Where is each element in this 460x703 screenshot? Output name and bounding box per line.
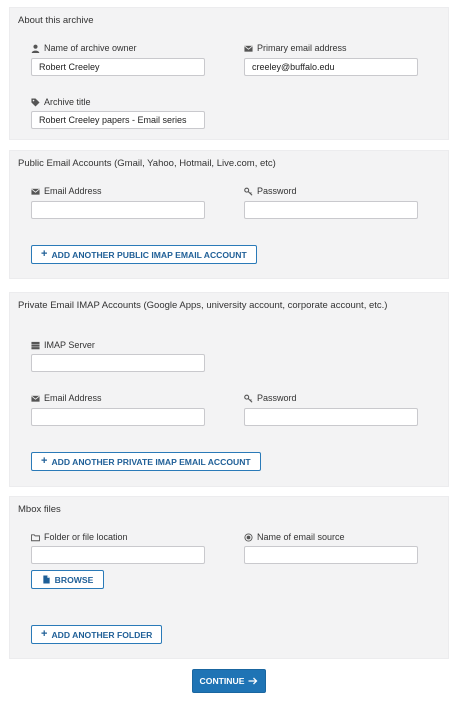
key-icon: [244, 187, 253, 196]
primary-email-label-row: Primary email address: [244, 43, 347, 53]
add-public-account-label: ADD ANOTHER PUBLIC IMAP EMAIL ACCOUNT: [51, 249, 247, 260]
add-private-account-label: ADD ANOTHER PRIVATE IMAP EMAIL ACCOUNT: [51, 456, 251, 467]
envelope-icon: [244, 44, 253, 53]
envelope-icon: [31, 394, 40, 403]
folder-location-input[interactable]: [31, 546, 205, 564]
server-icon: [31, 341, 40, 350]
owner-label-row: Name of archive owner: [31, 43, 137, 53]
source-label: Name of email source: [257, 532, 345, 542]
public-password-input[interactable]: [244, 201, 418, 219]
tag-icon: [31, 97, 40, 107]
private-password-input[interactable]: [244, 408, 418, 426]
public-email-title: Public Email Accounts (Gmail, Yahoo, Hot…: [18, 158, 276, 169]
public-password-label-row: Password: [244, 186, 297, 196]
about-archive-panel: About this archive Name of archive owner…: [9, 7, 449, 140]
archive-title-input[interactable]: [31, 111, 205, 129]
key-icon: [244, 394, 253, 403]
envelope-icon: [31, 187, 40, 196]
browse-label: BROWSE: [54, 574, 94, 585]
private-email-input[interactable]: [31, 408, 205, 426]
archive-title-label: Archive title: [44, 97, 91, 107]
plus-icon: +: [41, 455, 48, 467]
imap-server-label: IMAP Server: [44, 340, 95, 350]
public-email-label: Email Address: [44, 186, 102, 196]
continue-button[interactable]: CONTINUE: [192, 669, 266, 693]
arrow-right-icon: [248, 676, 258, 686]
about-archive-title: About this archive: [18, 15, 94, 26]
archive-title-label-row: Archive title: [31, 97, 91, 107]
owner-name-input[interactable]: [31, 58, 205, 76]
add-folder-button[interactable]: + ADD ANOTHER FOLDER: [31, 625, 163, 644]
owner-label: Name of archive owner: [44, 43, 137, 53]
public-email-input[interactable]: [31, 201, 205, 219]
private-email-panel: Private Email IMAP Accounts (Google Apps…: [9, 292, 449, 487]
plus-icon: +: [41, 628, 48, 640]
continue-label: CONTINUE: [199, 676, 245, 686]
public-email-panel: Public Email Accounts (Gmail, Yahoo, Hot…: [9, 150, 449, 279]
user-icon: [31, 44, 40, 53]
file-icon: [42, 575, 51, 584]
private-email-label: Email Address: [44, 393, 102, 403]
private-email-title: Private Email IMAP Accounts (Google Apps…: [18, 300, 388, 311]
mbox-title: Mbox files: [18, 504, 61, 515]
public-email-label-row: Email Address: [31, 186, 102, 196]
add-private-account-button[interactable]: + ADD ANOTHER PRIVATE IMAP EMAIL ACCOUNT: [31, 452, 261, 471]
add-public-account-button[interactable]: + ADD ANOTHER PUBLIC IMAP EMAIL ACCOUNT: [31, 245, 257, 264]
browse-button[interactable]: BROWSE: [31, 570, 104, 589]
primary-email-label: Primary email address: [257, 43, 347, 53]
folder-label-row: Folder or file location: [31, 532, 128, 542]
public-password-label: Password: [257, 186, 297, 196]
imap-server-input[interactable]: [31, 354, 205, 372]
private-password-label-row: Password: [244, 393, 297, 403]
email-source-input[interactable]: [244, 546, 418, 564]
imap-server-label-row: IMAP Server: [31, 340, 95, 350]
folder-label: Folder or file location: [44, 532, 128, 542]
source-label-row: Name of email source: [244, 532, 345, 542]
private-email-label-row: Email Address: [31, 393, 102, 403]
private-password-label: Password: [257, 393, 297, 403]
folder-icon: [31, 533, 40, 542]
record-icon: [244, 532, 253, 542]
plus-icon: +: [41, 248, 48, 260]
add-folder-label: ADD ANOTHER FOLDER: [51, 629, 153, 640]
primary-email-input[interactable]: [244, 58, 418, 76]
mbox-panel: Mbox files Folder or file location Name …: [9, 496, 449, 659]
